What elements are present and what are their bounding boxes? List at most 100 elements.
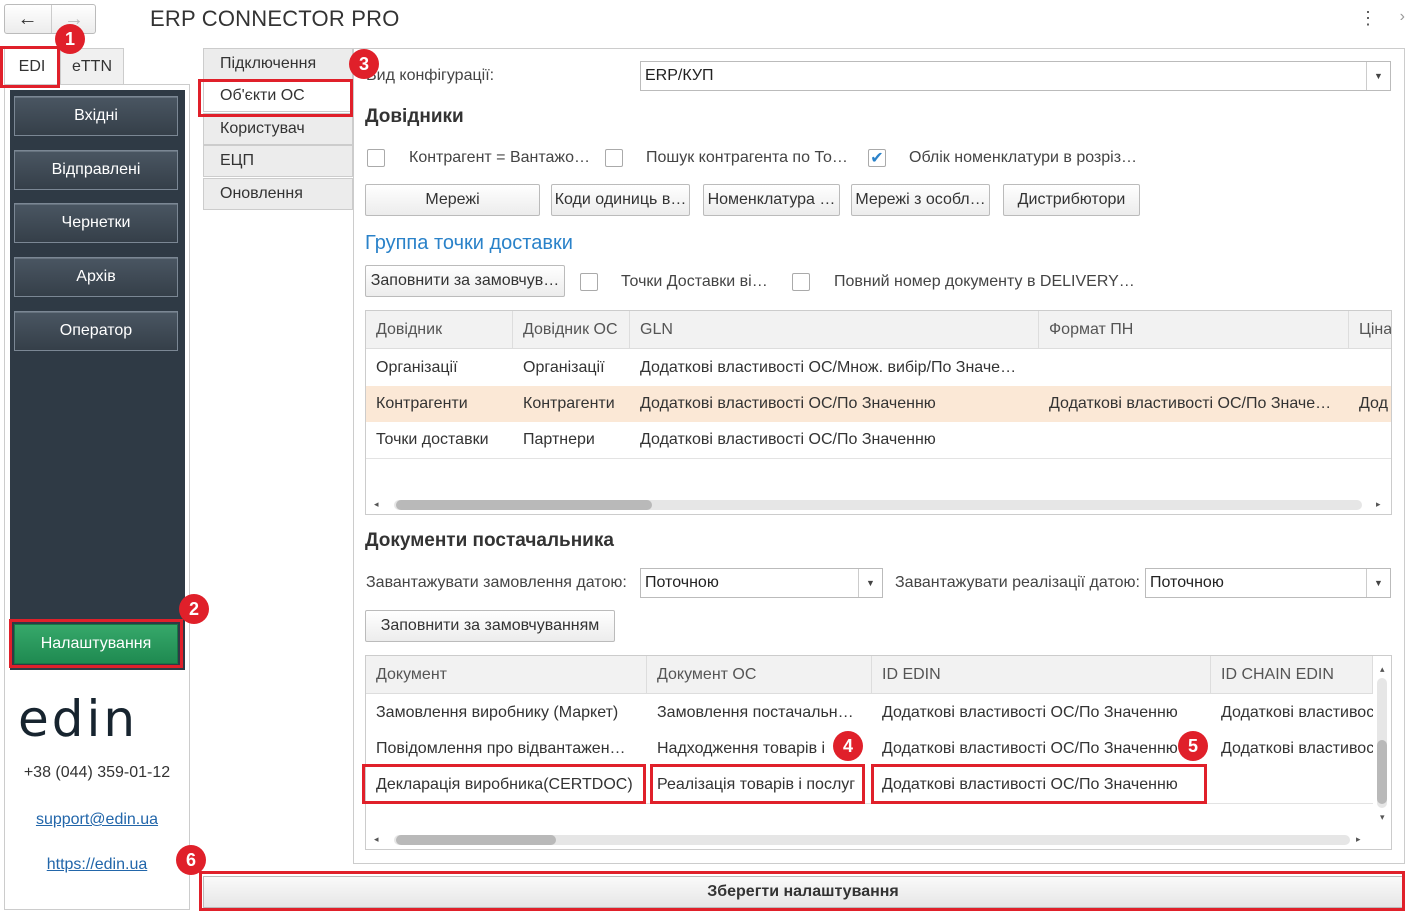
table-divider <box>366 803 1373 804</box>
column-header-invoice-format[interactable]: Формат ПН <box>1039 311 1349 349</box>
networks-special-button[interactable]: Мережі з особл… <box>851 184 990 216</box>
table-cell[interactable]: Додаткові властивос <box>1211 731 1373 767</box>
supplier-docs-title: Документи постачальника <box>365 530 614 551</box>
nomenclature-button[interactable]: Номенклатура … <box>703 184 840 216</box>
orders-date-value: Поточною <box>645 574 719 591</box>
expand-panel-icon[interactable]: › <box>1400 8 1405 26</box>
delivery-group-title: Группа точки доставки <box>365 232 573 254</box>
nomenclature-accounting-label: Облік номенклатури в розріз… <box>909 149 1138 166</box>
website-link[interactable]: https://edin.ua <box>0 856 194 874</box>
config-type-select[interactable]: ERP/КУП ▼ <box>640 61 1391 91</box>
config-type-label: Вид конфігурації: <box>366 67 495 84</box>
column-header-directory-os[interactable]: Довідник ОС <box>513 311 630 349</box>
scroll-down-icon[interactable]: ▾ <box>1380 812 1385 823</box>
vertical-scroll-thumb[interactable] <box>1377 740 1387 804</box>
reference-table: Довідник Довідник ОС GLN Формат ПН Ціна … <box>365 310 1392 515</box>
nav-archive-button[interactable]: Архів <box>14 257 178 297</box>
column-header-id-chain-edin[interactable]: ID CHAIN EDIN <box>1211 656 1373 694</box>
more-options-icon[interactable]: ⋮ <box>1359 8 1377 29</box>
back-arrow-icon[interactable]: ← <box>5 5 50 33</box>
app-title: ERP CONNECTOR PRO <box>150 6 400 31</box>
unit-codes-button[interactable]: Коди одиниць в… <box>551 184 690 216</box>
table-cell[interactable]: Повідомлення про відвантажен… <box>366 731 647 767</box>
table-cell[interactable]: Додаткові властивості ОС/По Значенню <box>872 731 1211 767</box>
orders-date-select[interactable]: Поточною ▼ <box>640 568 883 598</box>
table-cell[interactable]: Додаткові властивості ОС/По Значенню <box>872 767 1211 803</box>
annotation-marker: 2 <box>179 594 209 624</box>
tab-digital-signature[interactable]: ЕЦП <box>203 145 353 177</box>
column-header-directory[interactable]: Довідник <box>366 311 513 349</box>
table-cell[interactable]: Контрагенти <box>366 386 513 422</box>
dropdown-arrow-icon[interactable]: ▼ <box>858 569 882 597</box>
column-header-gln[interactable]: GLN <box>630 311 1039 349</box>
annotation-marker: 1 <box>55 24 85 54</box>
column-header-document[interactable]: Документ <box>366 656 647 694</box>
dropdown-arrow-icon[interactable]: ▼ <box>1366 62 1390 90</box>
column-header-price[interactable]: Ціна <box>1349 311 1391 349</box>
tab-connection[interactable]: Підключення <box>203 48 353 80</box>
nav-drafts-button[interactable]: Чернетки <box>14 203 178 243</box>
column-header-id-edin[interactable]: ID EDIN <box>872 656 1211 694</box>
annotation-marker: 5 <box>1178 731 1208 761</box>
horizontal-scroll-thumb[interactable] <box>396 500 652 510</box>
directories-title: Довідники <box>365 106 464 127</box>
table-cell[interactable]: Контрагенти <box>513 386 630 422</box>
table-cell[interactable]: Додаткові властивості ОС/По Значенню <box>630 386 1039 422</box>
networks-button[interactable]: Мережі <box>365 184 540 216</box>
support-email-link[interactable]: support@edin.ua <box>0 811 194 829</box>
fill-default-docs-button[interactable]: Заповнити за замовчуванням <box>365 610 615 642</box>
tab-os-objects[interactable]: Об'єкти ОС <box>203 80 353 112</box>
annotation-marker: 6 <box>176 845 206 875</box>
nav-sent-button[interactable]: Відправлені <box>14 150 178 190</box>
scroll-left-icon[interactable]: ◂ <box>374 499 379 510</box>
table-cell[interactable]: Додаткові властивості ОС/По Значенню <box>872 695 1211 731</box>
nav-operator-button[interactable]: Оператор <box>14 311 178 351</box>
documents-table: Документ Документ ОС ID EDIN ID CHAIN ED… <box>365 655 1392 850</box>
orders-date-label: Завантажувати замовлення датою: <box>366 574 627 591</box>
tab-edi[interactable]: EDI <box>4 48 60 84</box>
save-settings-button[interactable]: Зберегти налаштування <box>203 876 1403 908</box>
scroll-right-icon[interactable]: ▸ <box>1376 499 1381 510</box>
support-phone: +38 (044) 359-01-12 <box>23 764 171 781</box>
scroll-up-icon[interactable]: ▴ <box>1380 664 1385 675</box>
counterparty-consignee-label: Контрагент = Вантажо… <box>409 149 591 166</box>
config-type-value: ERP/КУП <box>645 67 714 84</box>
table-cell[interactable]: Замовлення виробнику (Маркет) <box>366 695 647 731</box>
table-divider <box>366 458 1391 459</box>
delivery-points-checkbox[interactable] <box>580 273 598 291</box>
annotation-marker: 4 <box>833 731 863 761</box>
sales-date-value: Поточною <box>1150 574 1224 591</box>
fill-default-delivery-button[interactable]: Заповнити за замовчув… <box>365 265 565 297</box>
counterparty-consignee-checkbox[interactable] <box>367 149 385 167</box>
table-cell[interactable]: Замовлення постачальн… <box>647 695 872 731</box>
table-cell[interactable]: Дод <box>1349 386 1391 422</box>
table-cell[interactable]: Точки доставки <box>366 422 513 458</box>
scroll-left-icon[interactable]: ◂ <box>374 834 379 845</box>
table-cell[interactable]: Додаткові властивос <box>1211 695 1373 731</box>
table-cell[interactable]: Реалізація товарів і послуг <box>647 767 872 803</box>
nav-incoming-button[interactable]: Вхідні <box>14 96 178 136</box>
tab-user[interactable]: Користувач <box>203 113 353 145</box>
counterparty-search-label: Пошук контрагента по То… <box>646 149 848 166</box>
table-cell[interactable]: Додаткові властивості ОС/Множ. вибір/По … <box>630 350 1039 386</box>
horizontal-scroll-thumb[interactable] <box>396 835 556 845</box>
table-cell[interactable]: Організації <box>513 350 630 386</box>
edin-logo: edin <box>18 690 139 748</box>
tab-updates[interactable]: Оновлення <box>203 178 353 210</box>
table-cell[interactable]: Організації <box>366 350 513 386</box>
sales-date-select[interactable]: Поточною ▼ <box>1145 568 1391 598</box>
table-cell[interactable]: Додаткові властивості ОС/По Значенню <box>630 422 1039 458</box>
table-cell[interactable]: Партнери <box>513 422 630 458</box>
column-header-document-os[interactable]: Документ ОС <box>647 656 872 694</box>
full-doc-number-label: Повний номер документу в DELIVERY… <box>834 273 1135 290</box>
counterparty-search-checkbox[interactable] <box>605 149 623 167</box>
scroll-right-icon[interactable]: ▸ <box>1356 834 1361 845</box>
distributors-button[interactable]: Дистрибютори <box>1003 184 1140 216</box>
nomenclature-accounting-checkbox[interactable]: ✔ <box>868 149 886 167</box>
sales-date-label: Завантажувати реалізації датою: <box>895 574 1140 591</box>
table-cell[interactable]: Декларація виробника(CERTDOC) <box>366 767 647 803</box>
settings-button[interactable]: Налаштування <box>14 624 178 664</box>
full-doc-number-checkbox[interactable] <box>792 273 810 291</box>
table-cell[interactable]: Додаткові властивості ОС/По Значе… <box>1039 386 1349 422</box>
dropdown-arrow-icon[interactable]: ▼ <box>1366 569 1390 597</box>
